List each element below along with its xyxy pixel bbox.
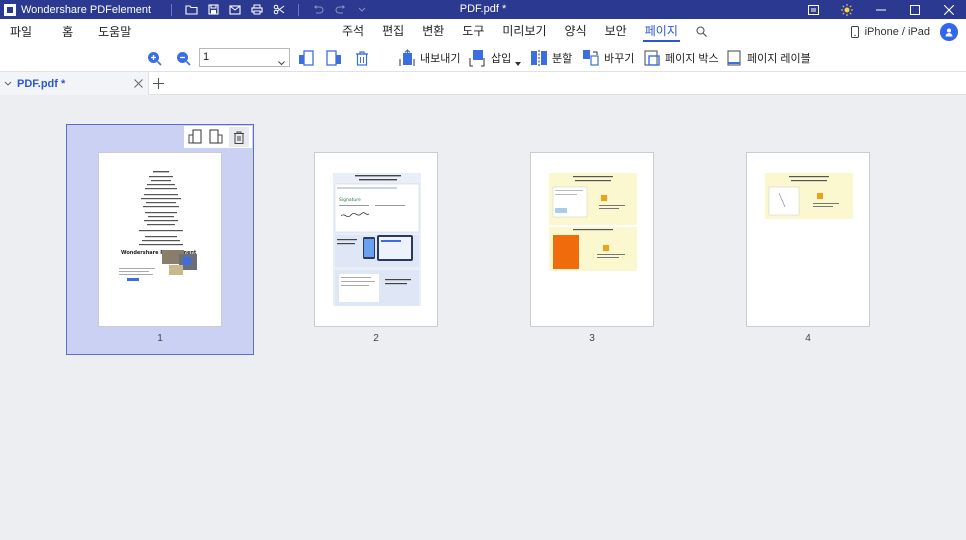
page-number-2: 2: [373, 333, 379, 344]
close-icon[interactable]: [932, 0, 966, 19]
menu-form[interactable]: 양식: [565, 19, 587, 44]
menu-preview[interactable]: 미리보기: [502, 19, 546, 44]
menu-tool[interactable]: 도구: [462, 19, 484, 44]
export-button[interactable]: 내보내기: [398, 44, 460, 72]
menu-file[interactable]: 파일: [10, 23, 32, 40]
page-preview-1: Wondershare PDF Element: [98, 152, 222, 327]
zoom-out-icon[interactable]: [176, 44, 191, 72]
delete-page-icon[interactable]: [229, 127, 250, 147]
replace-label: 바꾸기: [604, 53, 635, 65]
minimize-icon[interactable]: [864, 0, 898, 19]
page-1-content: Wondershare PDF Element: [119, 171, 197, 281]
page-number-4: 4: [805, 333, 811, 344]
page-thumbnail-3[interactable]: [530, 152, 654, 327]
page-thumbnail-2[interactable]: Signature: [314, 152, 438, 327]
thumbnail-toolbar: [184, 126, 252, 148]
rotate-left-icon[interactable]: [297, 44, 315, 72]
page-number-3: 3: [589, 333, 595, 344]
maximize-icon[interactable]: [898, 0, 932, 19]
panel-icon[interactable]: [796, 0, 830, 19]
page-thumbnail-4[interactable]: [746, 152, 870, 327]
close-tab-icon[interactable]: [134, 77, 143, 91]
replace-button[interactable]: 바꾸기: [582, 44, 634, 72]
menu-help[interactable]: 도움말: [98, 23, 131, 40]
zoom-in-icon[interactable]: [147, 44, 162, 72]
print-icon[interactable]: [248, 2, 266, 18]
theme-sun-icon[interactable]: [830, 0, 864, 19]
page-4-content: [765, 173, 853, 219]
undo-icon[interactable]: [309, 2, 327, 18]
chevron-down-icon: [515, 57, 522, 69]
split-label: 분할: [552, 53, 573, 65]
open-folder-icon[interactable]: [182, 2, 200, 18]
delete-page-icon[interactable]: [355, 44, 369, 72]
page-label-label: 페이지 레이블: [747, 53, 811, 65]
page-label-button[interactable]: 페이지 레이블: [725, 44, 811, 72]
page-thumbnail-1[interactable]: Wondershare PDF Element 1: [66, 124, 254, 355]
insert-button[interactable]: 삽입: [467, 44, 522, 72]
menu-convert[interactable]: 변환: [422, 19, 444, 44]
page-2-heading: Signature: [339, 197, 361, 203]
divider: [171, 3, 173, 16]
document-tab[interactable]: PDF.pdf *: [0, 72, 149, 95]
title-bar: Wondershare PDFelement PDF.pdf *: [0, 0, 966, 19]
page-number-select[interactable]: 1: [199, 48, 290, 67]
app-name: Wondershare PDFelement: [21, 3, 152, 16]
page-2-content: Signature: [333, 173, 421, 306]
menu-bar: 파일 홈 도움말 주석 편집 변환 도구 미리보기 양식 보안 페이지 iPho…: [0, 19, 966, 44]
add-tab-icon[interactable]: [151, 75, 165, 91]
insert-label: 삽입: [491, 53, 512, 65]
divider: [298, 3, 300, 16]
rotate-right-icon[interactable]: [325, 44, 343, 72]
chevron-down-icon[interactable]: [4, 81, 12, 87]
rotate-left-icon[interactable]: [187, 129, 203, 145]
document-tab-label: PDF.pdf *: [17, 77, 66, 90]
redo-icon[interactable]: [331, 2, 349, 18]
page-box-label: 페이지 박스: [665, 53, 719, 65]
chevron-down-icon: [278, 55, 285, 72]
search-icon[interactable]: [696, 19, 707, 44]
menu-protect[interactable]: 보안: [605, 19, 627, 44]
avatar[interactable]: [940, 22, 958, 41]
app-logo-icon: [4, 3, 16, 16]
phone-icon[interactable]: [850, 25, 859, 38]
mail-icon[interactable]: [226, 2, 244, 18]
page-toolbar: 1 내보내기 삽입 분할 바꾸기 페이지 박스 페이지 레이블: [0, 44, 966, 72]
split-button[interactable]: 분할: [530, 44, 572, 72]
menu-edit[interactable]: 편집: [382, 19, 404, 44]
tab-bar: PDF.pdf *: [0, 72, 966, 95]
export-label: 내보내기: [420, 53, 461, 65]
save-icon[interactable]: [204, 2, 222, 18]
page-number-1: 1: [157, 333, 163, 344]
menu-home[interactable]: 홈: [62, 23, 73, 40]
device-link[interactable]: iPhone / iPad: [865, 26, 930, 38]
page-3-content: [549, 173, 637, 271]
menu-comment[interactable]: 주석: [342, 19, 364, 44]
page-thumbnail-area: Wondershare PDF Element 1 Signature 2 3 …: [0, 95, 966, 540]
page-number-value: 1: [203, 51, 210, 63]
rotate-right-icon[interactable]: [208, 129, 224, 145]
chevron-down-icon[interactable]: [353, 2, 371, 18]
menu-page[interactable]: 페이지: [642, 19, 680, 44]
page-box-button[interactable]: 페이지 박스: [643, 44, 719, 72]
scissors-icon[interactable]: [270, 2, 288, 18]
